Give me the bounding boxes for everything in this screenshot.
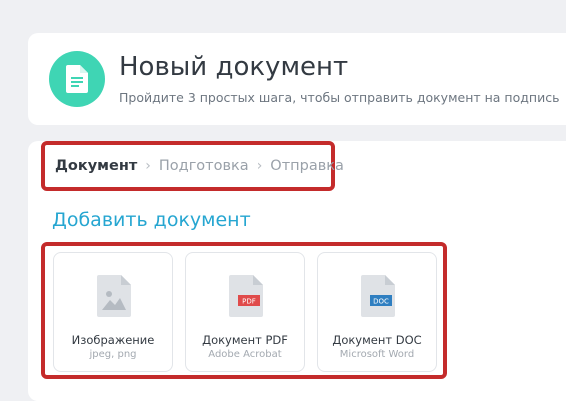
pdf-file-icon: PDF [229,275,263,317]
doc-badge: DOC [373,298,389,306]
page-subtitle: Пройдите 3 простых шага, чтобы отправить… [119,90,560,105]
option-doc-label: Документ DOC [332,333,422,347]
step-document[interactable]: Документ [55,158,137,174]
step-sending[interactable]: Отправка [270,158,344,174]
option-pdf-sub: Adobe Acrobat [208,349,282,360]
option-pdf[interactable]: PDF Документ PDF Adobe Acrobat [185,252,305,372]
add-document-title: Добавить документ [52,209,251,231]
option-image-formats: jpeg, png [89,349,137,360]
option-doc[interactable]: DOC Документ DOC Microsoft Word [317,252,437,372]
document-icon [49,51,105,107]
image-file-icon [97,275,131,317]
chevron-right-icon: › [256,158,263,174]
option-pdf-label: Документ PDF [202,333,288,347]
chevron-right-icon: › [145,158,151,174]
option-doc-sub: Microsoft Word [339,349,415,360]
step-preparation[interactable]: Подготовка [159,158,249,174]
page-title: Новый документ [119,52,349,82]
option-image-label: Изображение [71,333,155,347]
doc-file-icon: DOC [361,275,395,317]
steps-breadcrumb: Документ › Подготовка › Отправка [41,141,344,191]
pdf-badge: PDF [242,298,256,306]
option-image[interactable]: Изображение jpeg, png [53,252,173,372]
